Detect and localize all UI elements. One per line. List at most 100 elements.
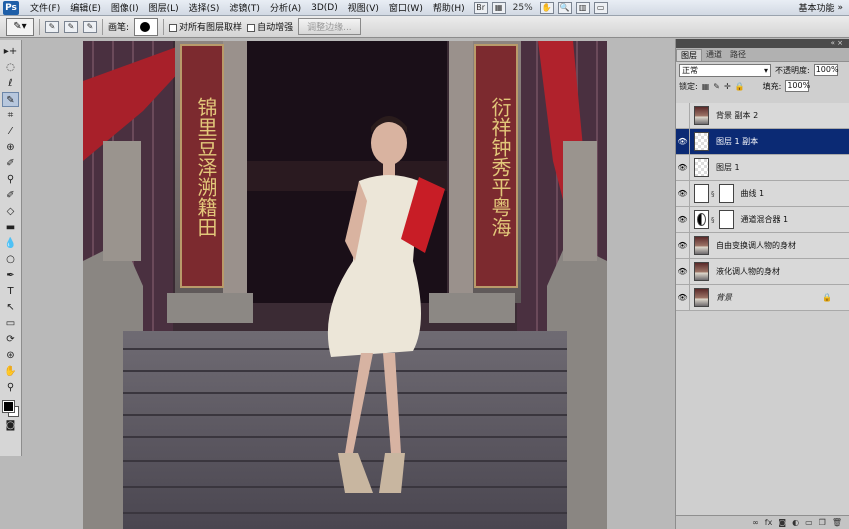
tab-channels[interactable]: 通道 — [702, 49, 726, 61]
marquee-tool-icon[interactable]: ◌ — [2, 60, 19, 75]
new-selection-icon[interactable]: ✎ — [45, 20, 59, 33]
layer-style-icon[interactable]: fx — [765, 518, 773, 527]
eye-icon[interactable]: 👁 — [676, 284, 690, 311]
visibility-toggle[interactable] — [676, 102, 690, 129]
menu-window[interactable]: 窗口(W) — [384, 1, 428, 14]
layer-row[interactable]: 👁 图层 1 副本 — [676, 128, 849, 155]
menu-bar: Ps 文件(F) 编辑(E) 图像(I) 图层(L) 选择(S) 滤镜(T) 分… — [0, 0, 849, 16]
screen-mode-icon[interactable]: ▭ — [593, 1, 608, 14]
new-adjustment-layer-icon[interactable]: ◐ — [792, 518, 799, 527]
hand-tool-icon[interactable]: ✋ — [539, 1, 554, 14]
tab-paths[interactable]: 路径 — [726, 49, 750, 61]
view-extras-icon[interactable]: ▦ — [491, 1, 506, 14]
layer-thumbnail — [694, 106, 709, 125]
fill-field[interactable]: 100% — [785, 80, 810, 92]
menu-view[interactable]: 视图(V) — [343, 1, 384, 14]
lock-image-icon[interactable]: ✎ — [713, 82, 720, 91]
layer-row[interactable]: 👁 § 曲线 1 — [676, 180, 849, 207]
menu-filter[interactable]: 滤镜(T) — [224, 1, 265, 14]
eye-icon[interactable]: 👁 — [676, 232, 690, 259]
add-to-selection-icon[interactable]: ✎ — [64, 20, 78, 33]
document-canvas-area[interactable]: 锦里豆泽溯籍田 衍祥钟秀平粤海 — [23, 39, 675, 529]
fill-label: 填充: — [762, 81, 782, 91]
subtract-from-selection-icon[interactable]: ✎ — [83, 20, 97, 33]
checkbox-box[interactable] — [169, 23, 178, 32]
healing-brush-tool-icon[interactable]: ⊕ — [2, 140, 19, 155]
eye-icon[interactable]: 👁 — [676, 258, 690, 285]
brush-picker[interactable] — [134, 17, 159, 36]
history-brush-tool-icon[interactable]: ✐ — [2, 188, 19, 203]
new-group-icon[interactable]: ▭ — [805, 518, 813, 527]
workspace-switcher[interactable]: 基本功能 » — [798, 1, 843, 15]
dodge-tool-icon[interactable]: ○ — [2, 252, 19, 267]
layer-row[interactable]: 背景 副本 2 — [676, 102, 849, 129]
new-layer-icon[interactable]: ❐ — [819, 518, 826, 527]
type-tool-icon[interactable]: T — [2, 284, 19, 299]
3d-rotate-tool-icon[interactable]: ⟳ — [2, 332, 19, 347]
opacity-field[interactable]: 100% — [813, 64, 839, 76]
menu-help[interactable]: 帮助(H) — [428, 1, 470, 14]
layer-row[interactable]: 👁 背景 🔒 — [676, 284, 849, 311]
layer-row[interactable]: 👁 液化调人物的身材 — [676, 258, 849, 285]
crop-tool-icon[interactable]: ⌗ — [2, 108, 19, 123]
document-image[interactable]: 锦里豆泽溯籍田 衍祥钟秀平粤海 — [83, 41, 607, 529]
sample-all-layers-checkbox[interactable]: 对所有图层取样 — [169, 20, 242, 33]
menu-analysis[interactable]: 分析(A) — [265, 1, 306, 14]
blur-tool-icon[interactable]: 💧 — [2, 236, 19, 251]
eye-icon[interactable]: 👁 — [676, 128, 690, 155]
gradient-tool-icon[interactable]: ▬ — [2, 220, 19, 235]
link-layers-icon[interactable]: ∞ — [752, 518, 759, 527]
menu-3d[interactable]: 3D(D) — [306, 3, 343, 13]
shape-tool-icon[interactable]: ▭ — [2, 316, 19, 331]
add-mask-icon[interactable]: ◙ — [778, 518, 786, 527]
link-icon: § — [711, 215, 715, 224]
layer-row[interactable]: 👁 图层 1 — [676, 154, 849, 181]
path-selection-tool-icon[interactable]: ↖ — [2, 300, 19, 315]
quick-selection-tool-icon[interactable]: ✎ — [2, 92, 19, 107]
foreground-color-swatch[interactable] — [1, 400, 15, 413]
eraser-tool-icon[interactable]: ◇ — [2, 204, 19, 219]
menu-file[interactable]: 文件(F) — [25, 1, 65, 14]
auto-enhance-checkbox[interactable]: 自动增强 — [247, 20, 293, 33]
hand-tool-icon[interactable]: ✋ — [2, 364, 19, 379]
eye-icon[interactable]: 👁 — [676, 180, 690, 207]
clone-stamp-tool-icon[interactable]: ⚲ — [2, 172, 19, 187]
checkbox-box[interactable] — [247, 23, 256, 32]
tool-preset-picker[interactable]: ✎▾ — [6, 17, 34, 36]
color-swatches[interactable] — [1, 400, 20, 418]
menu-layer[interactable]: 图层(L) — [144, 1, 184, 14]
3d-orbit-tool-icon[interactable]: ⊛ — [2, 348, 19, 363]
trash-icon[interactable]: 🗑 — [832, 518, 842, 527]
tab-layers[interactable]: 图层 — [676, 49, 702, 61]
lock-position-icon[interactable]: ✛ — [724, 82, 731, 91]
lock-transparent-icon[interactable]: ▦ — [702, 82, 710, 91]
zoom-tool-icon[interactable]: 🔍 — [557, 1, 572, 14]
zoom-tool-icon[interactable]: ⚲ — [2, 380, 19, 395]
layer-row[interactable]: 👁 自由变换调人物的身材 — [676, 232, 849, 259]
eye-icon[interactable]: 👁 — [676, 154, 690, 181]
eyedropper-tool-icon[interactable]: ⁄ — [2, 124, 19, 139]
layer-name: 通道混合器 1 — [740, 215, 789, 224]
blend-mode-select[interactable]: 正常 — [679, 63, 771, 77]
divider — [163, 18, 165, 35]
menu-image[interactable]: 图像(I) — [106, 1, 144, 14]
refine-edge-button[interactable]: 调整边缘... — [298, 18, 361, 35]
panel-collapse-bar[interactable]: « × — [676, 39, 849, 48]
pen-tool-icon[interactable]: ✒ — [2, 268, 19, 283]
lock-all-icon[interactable]: 🔒 — [735, 82, 745, 91]
bridge-icon[interactable]: Br — [473, 1, 488, 14]
arrange-documents-icon[interactable]: ▥ — [575, 1, 590, 14]
quick-mask-icon[interactable]: ◙ — [2, 418, 19, 433]
lasso-tool-icon[interactable]: ℓ — [2, 76, 19, 91]
layer-name: 曲线 1 — [740, 189, 765, 198]
app-bar-controls: Br ▦ 25% ✋ 🔍 ▥ ▭ — [473, 1, 608, 14]
menu-edit[interactable]: 编辑(E) — [65, 1, 106, 14]
layer-row[interactable]: 👁 § 通道混合器 1 — [676, 206, 849, 233]
brush-tool-icon[interactable]: ✐ — [2, 156, 19, 171]
sample-all-layers-label: 对所有图层取样 — [179, 23, 243, 33]
eye-icon[interactable]: 👁 — [676, 206, 690, 233]
zoom-level[interactable]: 25% — [510, 3, 536, 13]
menu-select[interactable]: 选择(S) — [184, 1, 225, 14]
move-tool-icon[interactable]: ▸+ — [2, 44, 19, 59]
lock-fill-row: 锁定: ▦ ✎ ✛ 🔒 填充: 100% — [676, 78, 849, 94]
